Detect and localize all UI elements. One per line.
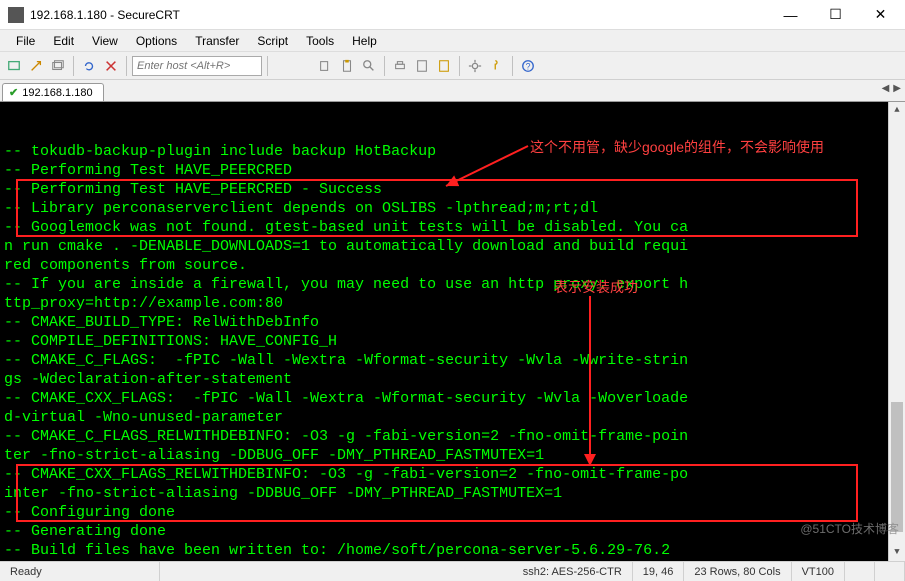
terminal-line: n run cmake . -DENABLE_DOWNLOADS=1 to au… [4,237,901,256]
tab-strip: ✔ 192.168.1.180 ◀ ▶ [0,80,905,102]
menu-view[interactable]: View [84,32,126,50]
terminal-line: -- CMAKE_BUILD_TYPE: RelWithDebInfo [4,313,901,332]
maximize-button[interactable]: ☐ [813,0,858,29]
terminal-line: inter -fno-strict-aliasing -DDBUG_OFF -D… [4,484,901,503]
terminal-line: ttp_proxy=http://example.com:80 [4,294,901,313]
terminal-line: -- CMAKE_C_FLAGS: -fPIC -Wall -Wextra -W… [4,351,901,370]
scroll-down-icon[interactable]: ▼ [889,544,905,561]
terminal-line: [root@localhost percona-server-5.6.29-76… [4,560,901,561]
status-ready: Ready [0,562,160,581]
options-icon[interactable] [465,56,485,76]
properties-icon[interactable] [412,56,432,76]
terminal[interactable]: -- tokudb-backup-plugin include backup H… [0,102,905,561]
minimize-button[interactable]: — [768,0,813,29]
disconnect-icon[interactable] [101,56,121,76]
terminal-line: -- Configuring done [4,503,901,522]
help-icon[interactable]: ? [518,56,538,76]
terminal-line: d-virtual -Wno-unused-parameter [4,408,901,427]
scroll-up-icon[interactable]: ▲ [889,102,905,119]
status-size: 23 Rows, 80 Cols [684,562,791,581]
menu-transfer[interactable]: Transfer [187,32,247,50]
host-input[interactable] [132,56,262,76]
status-num [875,562,905,581]
toolbar: ? [0,52,905,80]
menu-tools[interactable]: Tools [298,32,342,50]
titlebar: 192.168.1.180 - SecureCRT — ☐ ✕ [0,0,905,30]
find-icon[interactable] [359,56,379,76]
menubar: File Edit View Options Transfer Script T… [0,30,905,52]
svg-text:?: ? [526,61,531,71]
terminal-line: -- CMAKE_CXX_FLAGS: -fPIC -Wall -Wextra … [4,389,901,408]
status-emulation: VT100 [792,562,845,581]
connect-tab-icon[interactable] [48,56,68,76]
reconnect-icon[interactable] [79,56,99,76]
scrollbar-thumb[interactable] [891,402,903,532]
vertical-scrollbar[interactable]: ▲ ▼ [888,102,905,561]
log-icon[interactable] [434,56,454,76]
terminal-line: -- If you are inside a firewall, you may… [4,275,901,294]
menu-edit[interactable]: Edit [45,32,82,50]
terminal-line: gs -Wdeclaration-after-statement [4,370,901,389]
watermark: @51CTO技术博客 [800,520,899,539]
terminal-line: -- Performing Test HAVE_PEERCRED [4,161,901,180]
terminal-line: -- tokudb-backup-plugin include backup H… [4,142,901,161]
status-caps [845,562,875,581]
terminal-line: red components from source. [4,256,901,275]
keymap-icon[interactable] [487,56,507,76]
tab-next-icon[interactable]: ▶ [893,83,901,94]
paste-icon[interactable] [337,56,357,76]
copy-icon[interactable] [315,56,335,76]
menu-help[interactable]: Help [344,32,385,50]
app-icon [8,7,24,23]
terminal-line: -- Library perconaserverclient depends o… [4,199,901,218]
terminal-line: -- Performing Test HAVE_PEERCRED - Succe… [4,180,901,199]
tab-label: 192.168.1.180 [22,87,92,99]
menu-options[interactable]: Options [128,32,185,50]
terminal-line: -- Build files have been written to: /ho… [4,541,901,560]
check-icon: ✔ [9,86,18,99]
window-title: 192.168.1.180 - SecureCRT [30,8,768,22]
terminal-line: -- COMPILE_DEFINITIONS: HAVE_CONFIG_H [4,332,901,351]
terminal-line: -- Googlemock was not found. gtest-based… [4,218,901,237]
terminal-line: -- Generating done [4,522,901,541]
status-cursor-pos: 19, 46 [633,562,685,581]
terminal-line: ter -fno-strict-aliasing -DDBUG_OFF -DMY… [4,446,901,465]
statusbar: Ready ssh2: AES-256-CTR 19, 46 23 Rows, … [0,561,905,581]
status-ssh: ssh2: AES-256-CTR [513,562,633,581]
print-icon[interactable] [390,56,410,76]
terminal-line: -- CMAKE_C_FLAGS_RELWITHDEBINFO: -O3 -g … [4,427,901,446]
menu-file[interactable]: File [8,32,43,50]
connect-icon[interactable] [4,56,24,76]
quick-connect-icon[interactable] [26,56,46,76]
tab-prev-icon[interactable]: ◀ [882,83,890,94]
terminal-line: -- CMAKE_CXX_FLAGS_RELWITHDEBINFO: -O3 -… [4,465,901,484]
menu-script[interactable]: Script [249,32,296,50]
close-button[interactable]: ✕ [858,0,903,29]
session-tab[interactable]: ✔ 192.168.1.180 [2,83,104,101]
